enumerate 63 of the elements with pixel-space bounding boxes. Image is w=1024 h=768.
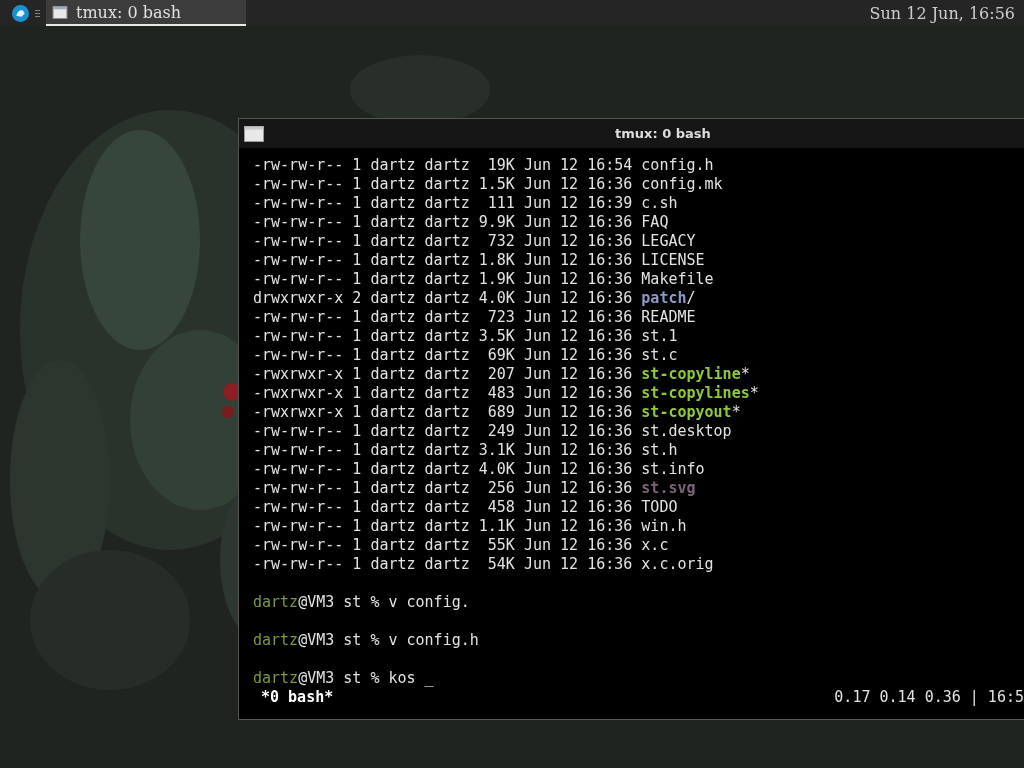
file-details: -rwxrwxr-x 1 dartz dartz 483 Jun 12 16:36 (253, 384, 633, 402)
file-name: st.c (641, 346, 678, 364)
launcher-icon[interactable] (12, 4, 29, 22)
file-details: -rw-rw-r-- 1 dartz dartz 69K Jun 12 16:36 (253, 346, 633, 364)
file-details: -rw-rw-r-- 1 dartz dartz 1.1K Jun 12 16:36 (253, 517, 633, 535)
command-line: @VM3 st % v config. (298, 593, 470, 611)
file-name: TODO (641, 498, 678, 516)
file-name: README (641, 308, 696, 326)
file-name: c.sh (641, 194, 678, 212)
taskbar-window-button[interactable]: tmux: 0 bash (46, 0, 246, 26)
file-name: config.mk (641, 175, 723, 193)
file-details: -rwxrwxr-x 1 dartz dartz 689 Jun 12 16:36 (253, 403, 633, 421)
file-details: -rw-rw-r-- 1 dartz dartz 1.9K Jun 12 16:36 (253, 270, 633, 288)
file-details: -rw-rw-r-- 1 dartz dartz 55K Jun 12 16:36 (253, 536, 633, 554)
prompt-user: dartz (253, 593, 299, 611)
executable-name: st-copylines (641, 384, 750, 402)
file-details: -rwxrwxr-x 1 dartz dartz 207 Jun 12 16:36 (253, 365, 633, 383)
command-line: @VM3 st % kos _ (298, 669, 434, 687)
command-line: @VM3 st % v config.h (298, 631, 479, 649)
file-details: -rw-rw-r-- 1 dartz dartz 9.9K Jun 12 16:36 (253, 213, 633, 231)
file-name: st.info (641, 460, 705, 478)
window-icon (244, 125, 264, 142)
file-details: -rw-rw-r-- 1 dartz dartz 1.8K Jun 12 16:36 (253, 251, 633, 269)
type-suffix: / (686, 289, 696, 307)
file-name: FAQ (641, 213, 669, 231)
file-details: -rw-rw-r-- 1 dartz dartz 732 Jun 12 16:36 (253, 232, 633, 250)
tmux-window-tab[interactable]: *0 bash* (253, 688, 334, 707)
prompt-user: dartz (253, 631, 299, 649)
file-details: -rw-rw-r-- 1 dartz dartz 111 Jun 12 16:39 (253, 194, 633, 212)
file-name: LICENSE (641, 251, 705, 269)
file-details: -rw-rw-r-- 1 dartz dartz 249 Jun 12 16:36 (253, 422, 633, 440)
file-details: -rw-rw-r-- 1 dartz dartz 256 Jun 12 16:36 (253, 479, 633, 497)
file-name: st.1 (641, 327, 678, 345)
file-details: -rw-rw-r-- 1 dartz dartz 458 Jun 12 16:36 (253, 498, 633, 516)
executable-name: st-copyout (641, 403, 732, 421)
file-name: config.h (641, 156, 714, 174)
file-name: x.c (641, 536, 669, 554)
window-title: tmux: 0 bash (615, 126, 711, 141)
menu-icon[interactable] (35, 8, 40, 18)
file-name: Makefile (641, 270, 714, 288)
file-details: -rw-rw-r-- 1 dartz dartz 1.5K Jun 12 16:36 (253, 175, 633, 193)
prompt-user: dartz (253, 669, 299, 687)
file-name: x.c.orig (641, 555, 714, 573)
executable-name: st-copyline (641, 365, 741, 383)
file-details: drwxrwxr-x 2 dartz dartz 4.0K Jun 12 16:36 (253, 289, 633, 307)
type-suffix: * (740, 365, 750, 383)
status-load: 0.17 0.14 0.36 | 16:5 (834, 688, 1024, 707)
clock: Sun 12 Jun, 16:56 (869, 3, 1015, 23)
file-details: -rw-rw-r-- 1 dartz dartz 4.0K Jun 12 16:36 (253, 460, 633, 478)
file-details: -rw-rw-r-- 1 dartz dartz 19K Jun 12 16:54 (253, 156, 633, 174)
directory-name: patch (641, 289, 687, 307)
image-file-name: st.svg (641, 479, 696, 497)
window-icon (52, 5, 68, 19)
file-details: -rw-rw-r-- 1 dartz dartz 3.5K Jun 12 16:36 (253, 327, 633, 345)
file-details: -rw-rw-r-- 1 dartz dartz 723 Jun 12 16:36 (253, 308, 633, 326)
file-name: win.h (641, 517, 687, 535)
file-details: -rw-rw-r-- 1 dartz dartz 3.1K Jun 12 16:36 (253, 441, 633, 459)
file-name: LEGACY (641, 232, 696, 250)
file-details: -rw-rw-r-- 1 dartz dartz 54K Jun 12 16:36 (253, 555, 633, 573)
file-name: st.h (641, 441, 678, 459)
type-suffix: * (749, 384, 759, 402)
type-suffix: * (731, 403, 741, 421)
file-name: st.desktop (641, 422, 732, 440)
